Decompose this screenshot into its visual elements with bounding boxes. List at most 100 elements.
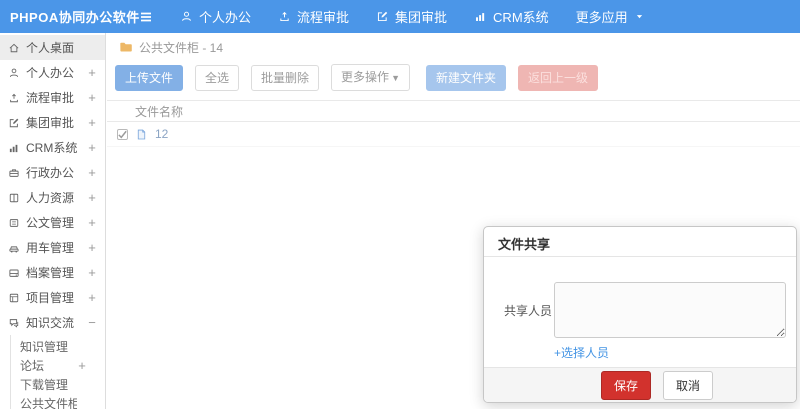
- chart-icon: [474, 10, 487, 23]
- edit-icon: [376, 10, 389, 23]
- breadcrumb-label: 公共文件柜 - 14: [139, 40, 224, 55]
- top-header: PHPOA协同办公软件 个人办公 流程审批 集团审批 CRM系统 更多应用: [0, 0, 800, 33]
- expand-toggle-icon[interactable]: +: [87, 165, 97, 180]
- hamburger-icon: [138, 9, 154, 25]
- nav-item[interactable]: 更多应用: [576, 7, 645, 26]
- sidebar-subitem[interactable]: 论坛 +: [11, 356, 105, 375]
- sidebar-item[interactable]: CRM系统 +: [0, 135, 105, 160]
- nav-item-label: 集团审批: [395, 10, 448, 25]
- select-people-link[interactable]: +选择人员: [554, 344, 786, 361]
- sidebar-subitem[interactable]: 知识管理: [11, 337, 105, 356]
- file-icon: [135, 128, 148, 141]
- document-icon: [8, 217, 20, 229]
- nav-item-label: CRM系统: [493, 10, 549, 25]
- chart-icon: [8, 142, 20, 154]
- sidebar-item[interactable]: 公文管理 +: [0, 210, 105, 235]
- sidebar-item-label: 人力资源: [26, 191, 75, 205]
- expand-toggle-icon[interactable]: +: [87, 140, 97, 155]
- table-row[interactable]: 12: [107, 122, 800, 147]
- sidebar-item[interactable]: 用车管理 +: [0, 235, 105, 260]
- sidebar-item[interactable]: 档案管理 +: [0, 260, 105, 285]
- save-button[interactable]: 保存: [600, 370, 651, 400]
- new-folder-button[interactable]: 新建文件夹: [425, 64, 506, 91]
- go-back-button[interactable]: 返回上一级: [518, 64, 599, 91]
- sidebar-subitem-label: 论坛: [20, 359, 45, 373]
- sidebar-item-label: 个人办公: [26, 66, 75, 80]
- sidebar-subitem-label: 下载管理: [20, 378, 69, 392]
- sidebar-subitem-label: 公共文件柜: [20, 397, 77, 409]
- sidebar-item[interactable]: 流程审批 +: [0, 85, 105, 110]
- menu-toggle-button[interactable]: [138, 9, 154, 25]
- batch-delete-button[interactable]: 批量删除: [251, 64, 320, 91]
- sidebar-item-label: 行政办公: [26, 166, 75, 180]
- sidebar-item-label: 流程审批: [26, 91, 75, 105]
- expand-toggle-icon[interactable]: +: [87, 240, 97, 255]
- car-icon: [8, 242, 20, 254]
- caret-down-icon: [634, 11, 645, 22]
- sidebar-subitem[interactable]: 公共文件柜: [11, 394, 105, 409]
- sidebar-item[interactable]: 个人桌面: [0, 35, 105, 60]
- file-name-column-header: 文件名称: [135, 104, 184, 119]
- top-nav: 个人办公 流程审批 集团审批 CRM系统 更多应用: [180, 7, 645, 26]
- book-icon: [8, 192, 20, 204]
- file-table-body: 12: [107, 122, 800, 147]
- sidebar-item-label: 集团审批: [26, 116, 75, 130]
- sidebar-item[interactable]: 集团审批 +: [0, 110, 105, 135]
- user-icon: [8, 67, 20, 79]
- nav-item-label: 个人办公: [199, 10, 252, 25]
- expand-toggle-icon[interactable]: +: [77, 358, 87, 373]
- home-icon: [8, 42, 20, 54]
- nav-item[interactable]: 流程审批: [278, 7, 349, 26]
- expand-toggle-icon[interactable]: +: [87, 190, 97, 205]
- archive-icon: [8, 267, 20, 279]
- expand-toggle-icon[interactable]: +: [87, 65, 97, 80]
- user-icon: [180, 10, 193, 23]
- sidebar: 个人桌面 个人办公 + 流程审批 + 集团审批 + CRM系统 + 行政办公 +…: [0, 33, 106, 409]
- app-logo: PHPOA协同办公软件: [10, 10, 140, 25]
- sidebar-subitem[interactable]: 下载管理: [11, 375, 105, 394]
- select-all-button[interactable]: 全选: [195, 64, 240, 91]
- modal-footer: 保存 取消: [484, 367, 796, 402]
- sidebar-item[interactable]: 知识交流 −: [0, 310, 105, 335]
- cancel-button[interactable]: 取消: [663, 370, 714, 400]
- more-actions-button[interactable]: 更多操作 ▼: [331, 64, 410, 91]
- sidebar-submenu-knowledge: 知识管理 论坛 + 下载管理 公共文件柜: [10, 335, 105, 409]
- sidebar-item-label: 知识交流: [26, 316, 75, 330]
- upload-icon: [8, 92, 20, 104]
- more-actions-label: 更多操作: [341, 70, 390, 84]
- row-checkbox[interactable]: [117, 128, 128, 140]
- folder-icon: [119, 40, 133, 54]
- expand-toggle-icon[interactable]: +: [87, 90, 97, 105]
- sidebar-item-label: 档案管理: [26, 266, 75, 280]
- sidebar-item-label: 公文管理: [26, 216, 75, 230]
- chat-icon: [8, 317, 20, 329]
- file-table-header: 文件名称: [107, 100, 800, 122]
- toolbar: 上传文件 全选 批量删除 更多操作 ▼ 新建文件夹 返回上一级: [107, 61, 800, 100]
- upload-file-button[interactable]: 上传文件: [115, 64, 184, 91]
- upload-icon: [278, 10, 291, 23]
- nav-item[interactable]: CRM系统: [474, 7, 549, 26]
- nav-item[interactable]: 集团审批: [376, 7, 447, 26]
- sidebar-item-label: 用车管理: [26, 241, 75, 255]
- expand-toggle-icon[interactable]: +: [87, 115, 97, 130]
- project-icon: [8, 292, 20, 304]
- sidebar-item[interactable]: 个人办公 +: [0, 60, 105, 85]
- briefcase-icon: [8, 167, 20, 179]
- expand-toggle-icon[interactable]: +: [87, 215, 97, 230]
- breadcrumb: 公共文件柜 - 14: [107, 33, 800, 61]
- sidebar-item[interactable]: 项目管理 +: [0, 285, 105, 310]
- expand-toggle-icon[interactable]: +: [87, 265, 97, 280]
- file-name-link[interactable]: 12: [155, 127, 168, 141]
- nav-item-label: 更多应用: [575, 10, 628, 25]
- nav-item[interactable]: 个人办公: [180, 7, 251, 26]
- share-people-textarea[interactable]: [554, 282, 786, 338]
- file-share-modal: 文件共享 共享人员 +选择人员 保存 取消: [483, 226, 797, 403]
- sidebar-item-label: CRM系统: [26, 141, 78, 155]
- sidebar-item-label: 项目管理: [26, 291, 75, 305]
- sidebar-item[interactable]: 行政办公 +: [0, 160, 105, 185]
- modal-title: 文件共享: [484, 227, 796, 257]
- expand-toggle-icon[interactable]: +: [87, 290, 97, 305]
- sidebar-item[interactable]: 人力资源 +: [0, 185, 105, 210]
- expand-toggle-icon[interactable]: −: [87, 315, 97, 330]
- sidebar-subitem-label: 知识管理: [20, 340, 69, 354]
